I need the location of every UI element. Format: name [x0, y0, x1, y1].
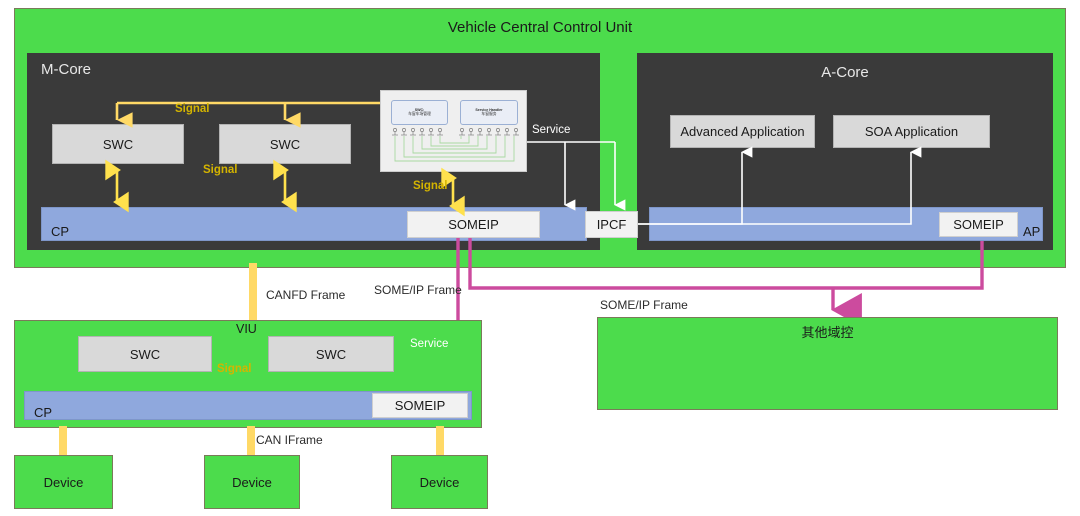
viu-someip-label: SOMEIP	[394, 398, 446, 413]
m-core-swc-2-label: SWC	[269, 136, 301, 152]
viu-swc-2-label: SWC	[315, 346, 347, 362]
window-service-detail-inset: SWC: 车窗车场管理 Service Handler 车窗服务	[380, 90, 527, 172]
viu-swc-2: SWC	[268, 336, 394, 372]
can-frame-label: CAN IFrame	[256, 433, 323, 447]
viu-someip: SOMEIP	[372, 393, 468, 418]
diagram-canvas: Vehicle Central Control Unit M-Core SWC …	[0, 0, 1080, 516]
device-2-label: Device	[232, 474, 272, 490]
someip-frame-label-right: SOME/IP Frame	[600, 298, 688, 312]
device-3-label: Device	[419, 474, 460, 490]
inset-handler-cn: 车窗服务	[481, 112, 497, 117]
a-core-soa-application-label: SOA Application	[864, 124, 959, 139]
m-core-swc-2: SWC	[219, 124, 351, 164]
viu-signal-label: Signal	[217, 363, 252, 375]
a-core-someip: SOMEIP	[939, 212, 1018, 237]
m-core-someip-label: SOMEIP	[448, 217, 499, 232]
m-core-swc-1: SWC	[52, 124, 184, 164]
inset-swc-module: SWC: 车窗车场管理	[391, 100, 448, 125]
page-title: Vehicle Central Control Unit	[447, 19, 633, 36]
ipcf-module: IPCF	[585, 211, 638, 238]
device-1: Device	[14, 455, 113, 509]
someip-frame-label-left: SOME/IP Frame	[374, 283, 462, 297]
a-core-someip-label: SOMEIP	[953, 217, 1004, 232]
a-core-title: A-Core	[821, 64, 869, 81]
inset-swc-cn: 车窗车场管理	[408, 112, 431, 117]
m-core-signal-label-top: Signal	[175, 103, 210, 115]
viu-cp-label: CP	[34, 405, 53, 420]
m-core-someip: SOMEIP	[407, 211, 540, 238]
viu-service-label: Service	[410, 338, 449, 350]
device-1-label: Device	[43, 474, 84, 490]
device-2: Device	[204, 455, 300, 509]
viu-swc-1: SWC	[78, 336, 212, 372]
m-core-service-label: Service	[532, 124, 571, 136]
m-core-signal-label-mid: Signal	[203, 164, 238, 176]
viu-swc-1-label: SWC	[129, 346, 161, 362]
m-core-title: M-Core	[41, 61, 92, 78]
a-core-advanced-application-label: Advanced Application	[680, 124, 805, 139]
device-3: Device	[391, 455, 488, 509]
a-core-ap-label: AP	[1023, 224, 1041, 239]
m-core-cp-label: CP	[51, 224, 70, 239]
a-core-soa-application: SOA Application	[833, 115, 990, 148]
canfd-frame-label: CANFD Frame	[266, 288, 346, 302]
m-core-swc-1-label: SWC	[102, 136, 134, 152]
other-domain-controller-label: 其他域控	[801, 325, 854, 340]
ipcf-label: IPCF	[596, 217, 627, 232]
a-core-advanced-application: Advanced Application	[670, 115, 815, 148]
m-core-signal-label-low: Signal	[413, 180, 448, 192]
canfd-trunk-line	[249, 263, 257, 321]
viu-title: VIU	[236, 322, 257, 336]
inset-service-handler-module: Service Handler 车窗服务	[460, 100, 518, 125]
